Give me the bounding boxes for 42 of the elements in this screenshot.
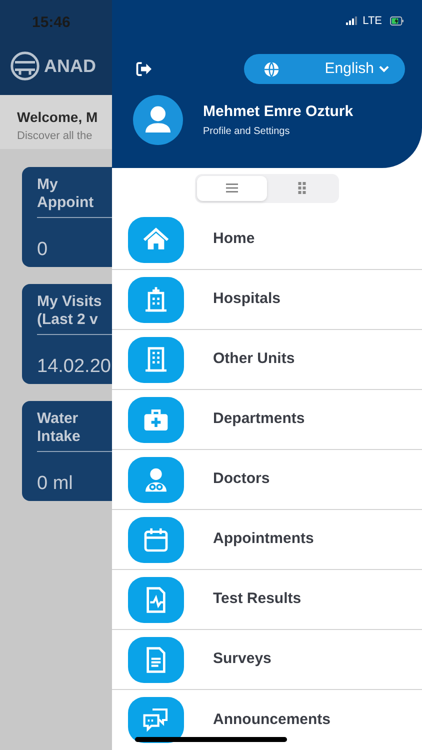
dashboard-card[interactable]: My Appoint 0 — [22, 167, 112, 267]
network-label: LTE — [362, 14, 382, 29]
logo-icon — [10, 51, 40, 81]
menu-item-label: Surveys — [213, 649, 272, 670]
menu-item[interactable]: Doctors — [112, 450, 422, 510]
menu-item-label: Home — [213, 229, 255, 250]
card-title: Water Intake — [37, 410, 82, 447]
status-time: 15:46 — [31, 13, 72, 33]
welcome-title: Welcome, M — [17, 108, 99, 127]
brand-name: ANAD — [44, 54, 96, 78]
welcome-subtitle: Discover all the — [17, 129, 94, 144]
card-title: My Visits (Last 2 v — [37, 293, 103, 330]
menu-item-label: Test Results — [213, 589, 302, 610]
card-title: My Appoint — [37, 176, 95, 213]
language-dropdown[interactable]: English — [244, 54, 405, 84]
profile-settings-link[interactable]: Profile and Settings — [203, 124, 354, 139]
menu-item-label: Departments — [213, 409, 305, 430]
calendar-icon — [142, 526, 170, 554]
menu-item[interactable]: Hospitals — [112, 270, 422, 330]
card-value: 0 — [37, 238, 49, 262]
dashboard-card[interactable]: Water Intake 0 ml — [22, 401, 112, 501]
menu-item[interactable]: Announcements — [112, 690, 422, 750]
user-name[interactable]: Mehmet Emre Ozturk — [203, 101, 354, 124]
menu-item[interactable]: Home — [112, 210, 422, 270]
chat-icon — [142, 706, 170, 734]
menu-item-label: Doctors — [213, 469, 270, 490]
menu-item[interactable]: Test Results — [112, 570, 422, 630]
dashboard-card[interactable]: My Visits (Last 2 v 14.02.20 — [22, 284, 112, 384]
card-value: 0 ml — [37, 472, 74, 496]
menu-item-label: Hospitals — [213, 289, 281, 310]
menu-item-label: Announcements — [213, 710, 331, 730]
menu-item[interactable]: Other Units — [112, 330, 422, 390]
menu-item[interactable]: Appointments — [112, 510, 422, 570]
globe-icon — [263, 60, 280, 78]
menu-item-label: Appointments — [213, 529, 314, 550]
menu-item[interactable]: Surveys — [112, 630, 422, 690]
menu-item[interactable]: Departments — [112, 390, 422, 450]
card-value: 14.02.20 — [37, 355, 112, 379]
menu-item-label: Other Units — [213, 349, 295, 370]
list-view-tab[interactable] — [197, 176, 267, 201]
avatar-icon — [133, 95, 183, 145]
signal-icon — [344, 15, 359, 27]
